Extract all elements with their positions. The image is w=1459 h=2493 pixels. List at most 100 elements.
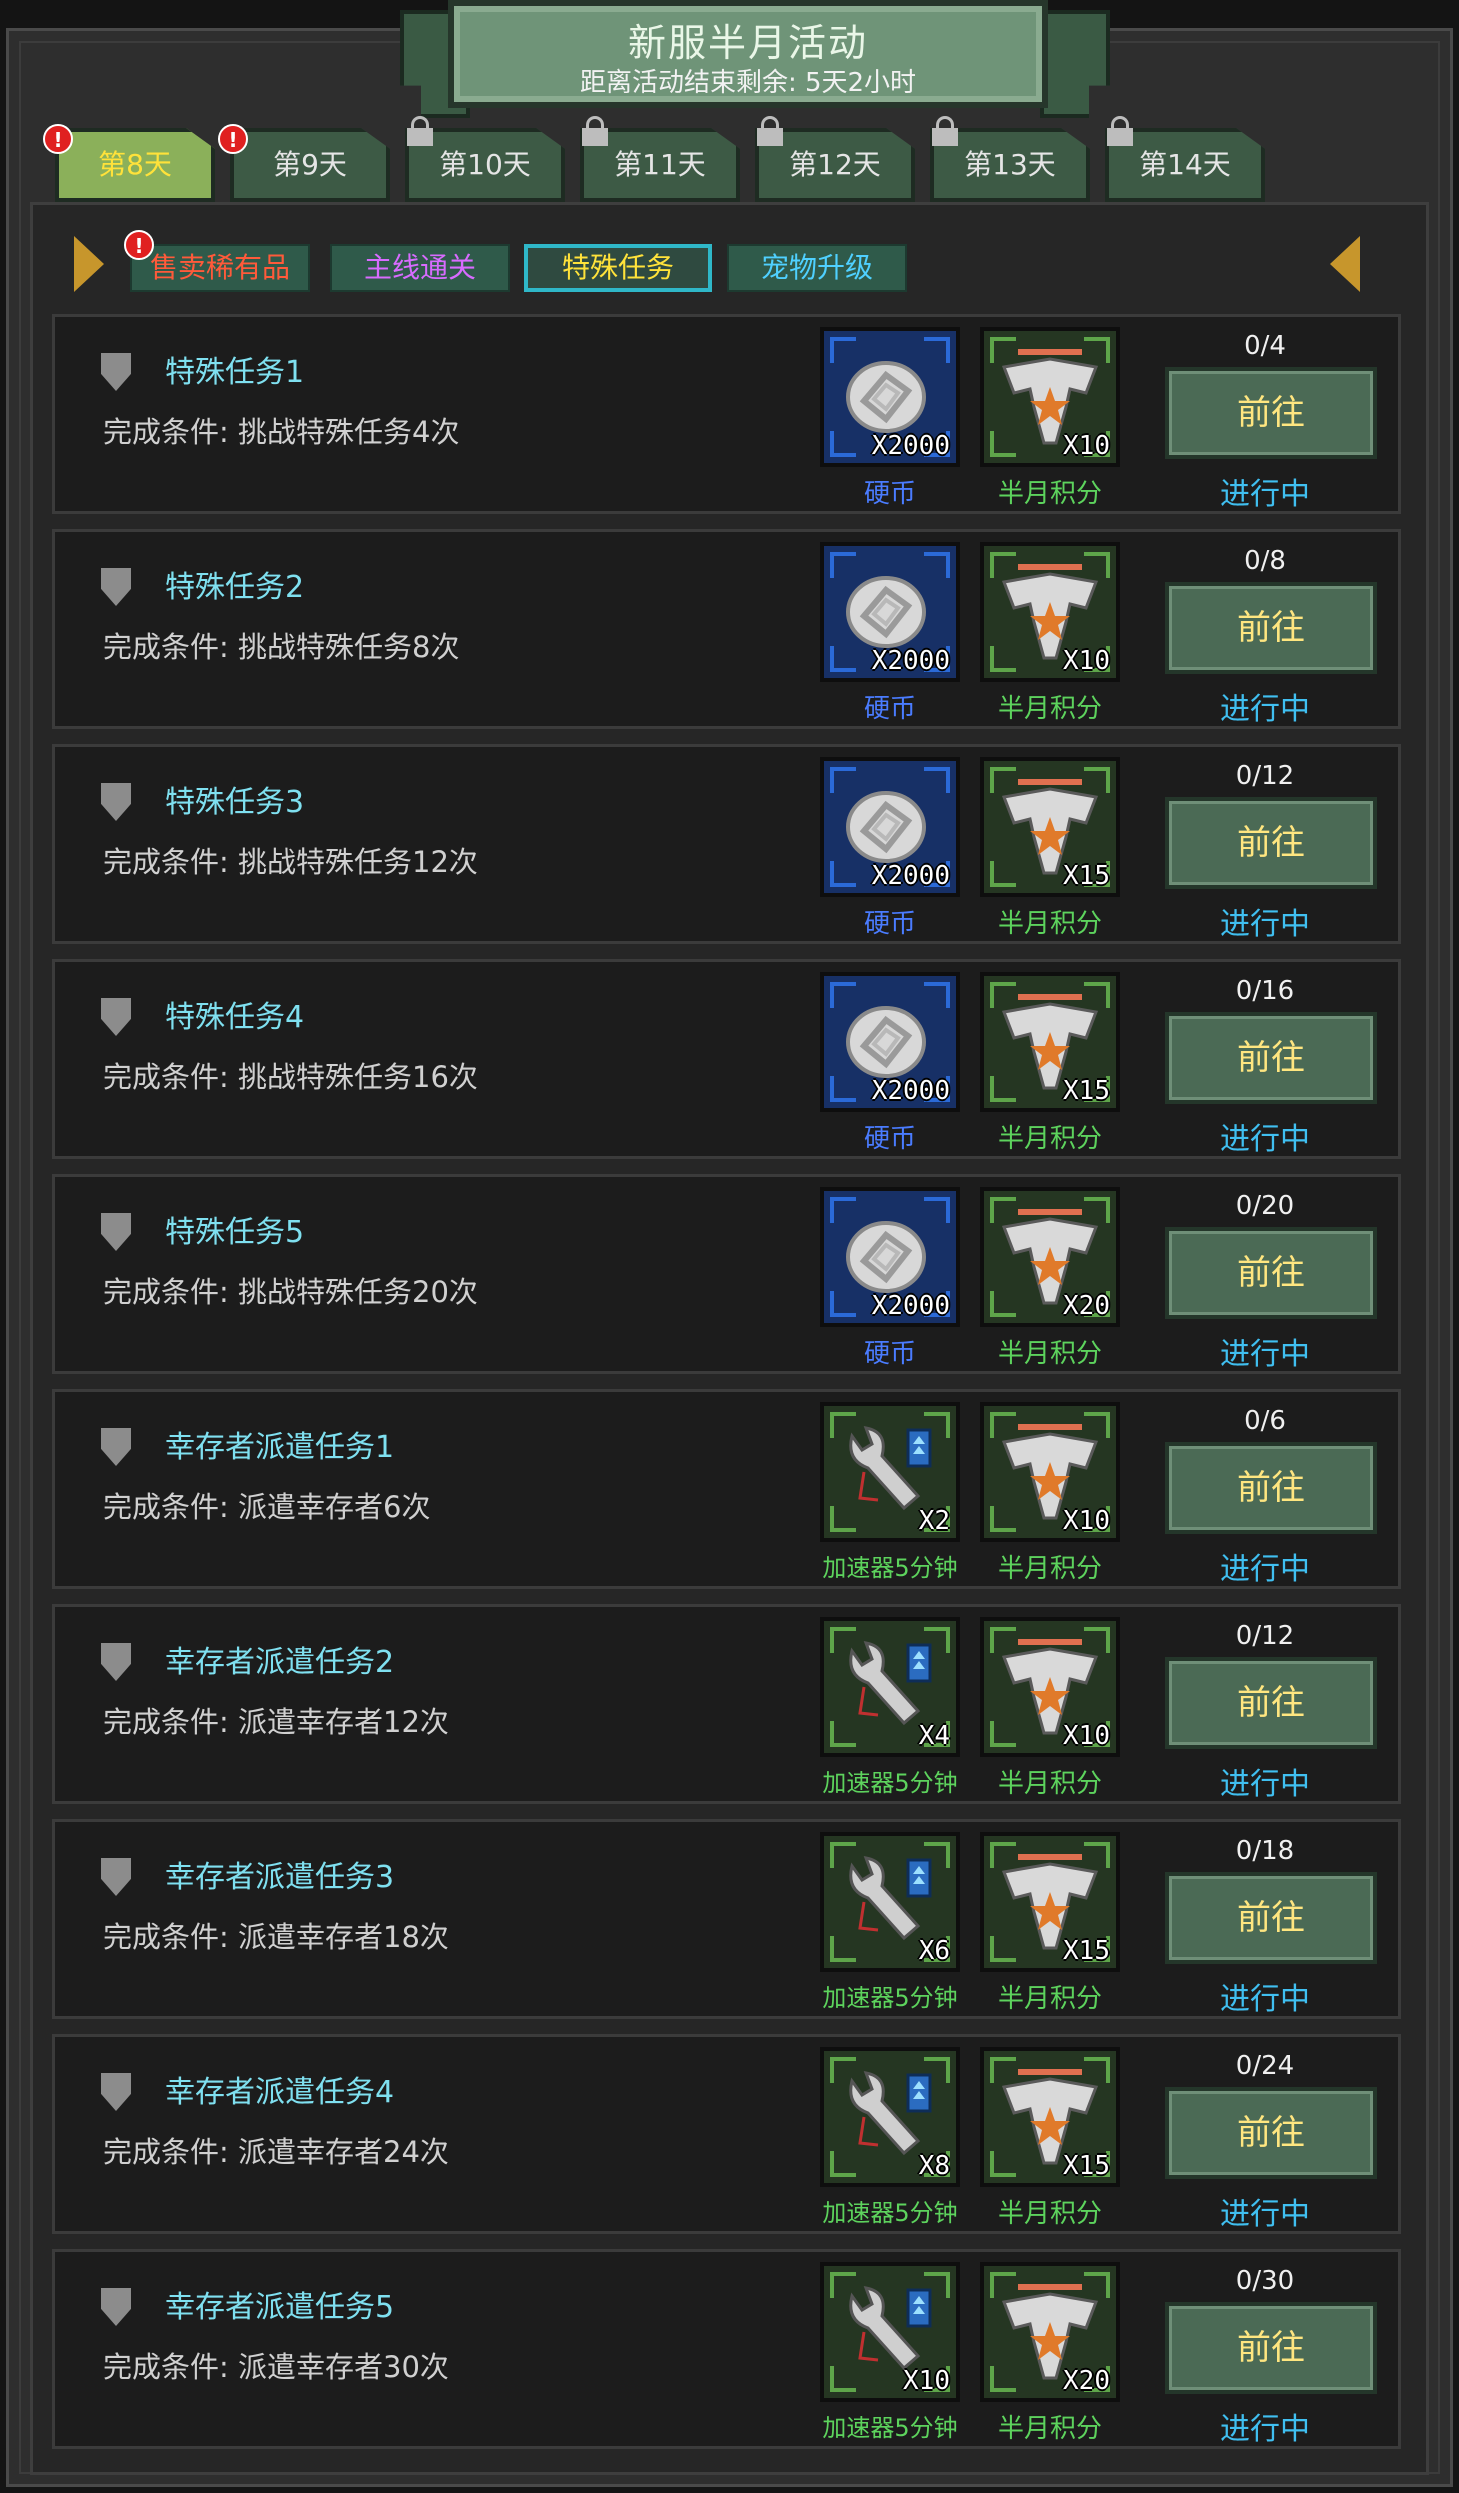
reward-quantity: X15 (1063, 861, 1110, 891)
category-tab-4[interactable]: 宠物升级 (727, 244, 907, 292)
reward-item-1[interactable]: X2 (820, 1402, 960, 1542)
go-button[interactable]: 前往 (1165, 367, 1377, 459)
reward-quantity: X6 (918, 1936, 950, 1966)
task-condition: 完成条件: 派遣幸存者6次 (103, 1490, 431, 1524)
shield-icon (101, 1428, 131, 1466)
reward-quantity: X10 (1063, 1506, 1110, 1536)
task-row: 幸存者派遣任务1 完成条件: 派遣幸存者6次 X2 加速器5分钟 X10 半月积分 0/6 前… (52, 1389, 1401, 1589)
go-button[interactable]: 前往 (1165, 582, 1377, 674)
task-condition: 完成条件: 派遣幸存者30次 (103, 2350, 449, 2384)
reward-name: 加速器5分钟 (822, 1984, 958, 2012)
task-progress: 0/16 (1235, 976, 1295, 1006)
task-row: 幸存者派遣任务5 完成条件: 派遣幸存者30次 X10 加速器5分钟 X20 半月积分 0/… (52, 2249, 1401, 2449)
go-button[interactable]: 前往 (1165, 1657, 1377, 1749)
go-button[interactable]: 前往 (1165, 1442, 1377, 1534)
reward-item-1[interactable]: X2000 (820, 972, 960, 1112)
reward-item-1[interactable]: X4 (820, 1617, 960, 1757)
reward-item-1[interactable]: X2000 (820, 757, 960, 897)
task-progress: 0/12 (1235, 761, 1295, 791)
task-row: 幸存者派遣任务4 完成条件: 派遣幸存者24次 X8 加速器5分钟 X15 半月积分 0/2… (52, 2034, 1401, 2234)
reward-item-2[interactable]: X20 (980, 1187, 1120, 1327)
reward-name: 硬币 (863, 479, 916, 509)
category-next-arrow-icon[interactable] (1330, 236, 1360, 292)
task-row: 特殊任务5 完成条件: 挑战特殊任务20次 X2000 硬币 X20 半月积分 0/20 前往… (52, 1174, 1401, 1374)
go-button[interactable]: 前往 (1165, 2302, 1377, 2394)
lock-icon (582, 116, 608, 146)
reward-item-1[interactable]: X10 (820, 2262, 960, 2402)
shield-icon (101, 353, 131, 391)
event-countdown: 距离活动结束剩余: 5天2小时 (579, 68, 917, 98)
task-row: 特殊任务2 完成条件: 挑战特殊任务8次 X2000 硬币 X10 半月积分 0/8 前往 进行… (52, 529, 1401, 729)
go-button[interactable]: 前往 (1165, 1872, 1377, 1964)
reward-item-2[interactable]: X10 (980, 1617, 1120, 1757)
reward-quantity: X10 (1063, 646, 1110, 676)
reward-quantity: X2000 (871, 431, 950, 461)
reward-item-1[interactable]: X2000 (820, 542, 960, 682)
shield-icon (101, 568, 131, 606)
task-progress: 0/8 (1244, 546, 1286, 576)
task-status: 进行中 (1220, 1982, 1310, 2017)
task-title: 幸存者派遣任务1 (165, 1430, 395, 1465)
reward-quantity: X15 (1063, 1076, 1110, 1106)
category-tab-1[interactable]: 售卖稀有品 (130, 244, 310, 292)
go-button[interactable]: 前往 (1165, 2087, 1377, 2179)
task-title: 特殊任务5 (165, 1215, 305, 1250)
reward-quantity: X15 (1063, 2151, 1110, 2181)
reward-item-2[interactable]: X10 (980, 327, 1120, 467)
category-tab-3[interactable]: 特殊任务 (524, 244, 712, 292)
task-condition: 完成条件: 挑战特殊任务16次 (103, 1060, 478, 1094)
reward-name: 加速器5分钟 (822, 2414, 958, 2442)
reward-item-2[interactable]: X15 (980, 1832, 1120, 1972)
task-condition: 完成条件: 派遣幸存者18次 (103, 1920, 449, 1954)
reward-item-2[interactable]: X15 (980, 972, 1120, 1112)
task-title: 幸存者派遣任务5 (165, 2290, 395, 2325)
reward-name: 半月积分 (997, 2414, 1102, 2444)
reward-quantity: X10 (903, 2366, 950, 2396)
category-tab-2[interactable]: 主线通关 (330, 244, 510, 292)
task-title: 幸存者派遣任务2 (165, 1645, 395, 1680)
task-title: 特殊任务1 (165, 355, 305, 390)
category-prev-arrow-icon[interactable] (74, 236, 104, 292)
task-condition: 完成条件: 挑战特殊任务8次 (103, 630, 460, 664)
shield-icon (101, 2073, 131, 2111)
shield-icon (101, 1858, 131, 1896)
task-progress: 0/24 (1235, 2051, 1295, 2081)
reward-item-1[interactable]: X2000 (820, 327, 960, 467)
reward-item-2[interactable]: X10 (980, 1402, 1120, 1542)
task-condition: 完成条件: 派遣幸存者12次 (103, 1705, 449, 1739)
day-tab-label: 第9天 (273, 148, 347, 181)
task-title: 特殊任务2 (165, 570, 305, 605)
task-row: 幸存者派遣任务2 完成条件: 派遣幸存者12次 X4 加速器5分钟 X10 半月积分 0/1… (52, 1604, 1401, 1804)
shield-icon (101, 1213, 131, 1251)
reward-quantity: X20 (1063, 1291, 1110, 1321)
task-status: 进行中 (1220, 907, 1310, 942)
task-condition: 完成条件: 挑战特殊任务4次 (103, 415, 460, 449)
task-status: 进行中 (1220, 2412, 1310, 2447)
event-title: 新服半月活动 (627, 21, 868, 65)
task-status: 进行中 (1220, 1767, 1310, 1802)
day-tab-8[interactable]: 第8天 (55, 128, 215, 202)
task-condition: 完成条件: 挑战特殊任务20次 (103, 1275, 478, 1309)
shield-icon (101, 783, 131, 821)
reward-item-2[interactable]: X15 (980, 757, 1120, 897)
reward-item-1[interactable]: X2000 (820, 1187, 960, 1327)
lock-icon (932, 116, 958, 146)
reward-item-2[interactable]: X15 (980, 2047, 1120, 2187)
task-progress: 0/12 (1235, 1621, 1295, 1651)
day-tab-9[interactable]: 第9天 (230, 128, 390, 202)
go-button[interactable]: 前往 (1165, 797, 1377, 889)
go-button[interactable]: 前往 (1165, 1227, 1377, 1319)
go-button[interactable]: 前往 (1165, 1012, 1377, 1104)
reward-item-1[interactable]: X8 (820, 2047, 960, 2187)
reward-item-2[interactable]: X20 (980, 2262, 1120, 2402)
reward-name: 半月积分 (997, 479, 1102, 509)
task-condition: 完成条件: 派遣幸存者24次 (103, 2135, 449, 2169)
task-progress: 0/30 (1235, 2266, 1295, 2296)
reward-item-1[interactable]: X6 (820, 1832, 960, 1972)
shield-icon (101, 998, 131, 1036)
lock-icon (757, 116, 783, 146)
reward-quantity: X15 (1063, 1936, 1110, 1966)
reward-item-2[interactable]: X10 (980, 542, 1120, 682)
task-row: 特殊任务1 完成条件: 挑战特殊任务4次 X2000 硬币 X10 半月积分 0/4 前往 进行… (52, 314, 1401, 514)
alert-badge-icon: ! (124, 230, 154, 260)
